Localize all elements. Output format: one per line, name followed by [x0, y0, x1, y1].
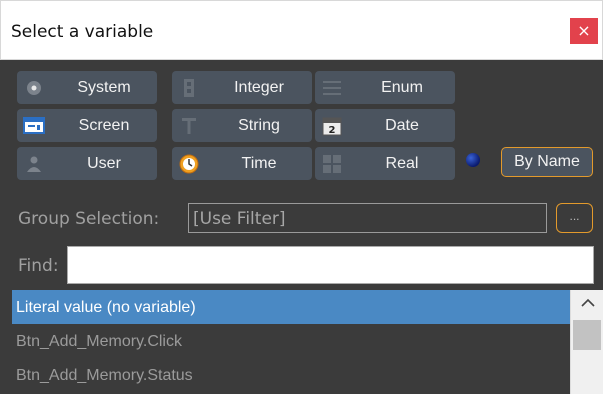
enum-label: Enum	[381, 79, 423, 96]
clock-icon	[179, 154, 199, 174]
system-label: System	[77, 79, 131, 96]
integer-label: Integer	[234, 79, 284, 96]
system-button[interactable]: System	[17, 71, 157, 104]
date-button[interactable]: 2 Date	[315, 109, 455, 142]
user-button[interactable]: User	[17, 147, 157, 180]
by-name-button[interactable]: By Name	[501, 147, 593, 177]
title-bar: Select a variable ×	[0, 0, 603, 60]
enum-button[interactable]: Enum	[315, 71, 455, 104]
group-selection-label: Group Selection:	[18, 209, 160, 229]
status-dot-icon	[466, 153, 480, 167]
real-button[interactable]: Real	[315, 147, 455, 180]
dialog-title: Select a variable	[11, 22, 154, 42]
system-icon	[27, 81, 41, 95]
date-icon: 2	[322, 117, 342, 136]
list-scrollbar[interactable]	[570, 290, 603, 394]
user-label: User	[87, 155, 121, 172]
screen-label: Screen	[78, 117, 130, 134]
time-button[interactable]: Time	[172, 147, 312, 180]
list-item[interactable]: Literal value (no variable)	[12, 290, 570, 324]
real-label: Real	[385, 155, 419, 172]
string-icon	[182, 118, 196, 134]
integer-icon	[184, 79, 194, 97]
close-button[interactable]: ×	[570, 18, 598, 44]
integer-button[interactable]: Integer	[172, 71, 312, 104]
screen-icon	[23, 117, 45, 134]
scroll-up-icon[interactable]	[581, 298, 595, 308]
user-icon	[27, 156, 41, 172]
variable-list: Literal value (no variable) Btn_Add_Memo…	[12, 290, 570, 394]
find-label: Find:	[18, 256, 59, 276]
date-label: Date	[385, 117, 419, 134]
dialog-body: System Integer Enum Screen String 2 Date	[0, 60, 603, 394]
group-browse-button[interactable]: ...	[556, 203, 593, 233]
list-item[interactable]: Btn_Add_Memory.Status	[12, 358, 570, 392]
scroll-thumb[interactable]	[573, 320, 601, 350]
time-label: Time	[241, 155, 277, 172]
string-button[interactable]: String	[172, 109, 312, 142]
find-input[interactable]	[67, 246, 594, 284]
list-item[interactable]: Btn_Add_Memory.Click	[12, 324, 570, 358]
string-label: String	[238, 117, 280, 134]
screen-button[interactable]: Screen	[17, 109, 157, 142]
enum-icon	[323, 81, 341, 95]
group-selection-field[interactable]: [Use Filter]	[188, 203, 547, 233]
date-icon-number: 2	[329, 125, 336, 136]
real-icon	[323, 155, 341, 173]
